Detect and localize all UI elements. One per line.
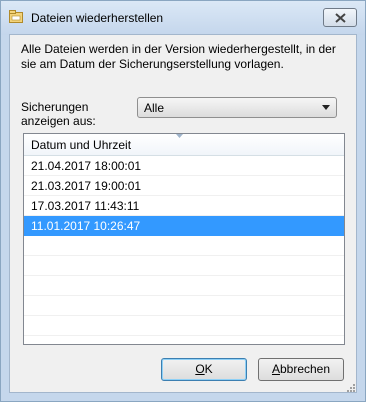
- table-row[interactable]: 17.03.2017 11:43:11: [24, 196, 344, 216]
- empty-row: [24, 276, 344, 296]
- backup-list[interactable]: Datum und Uhrzeit 21.04.2017 18:00:01 21.…: [23, 133, 345, 345]
- filter-label: Sicherungen anzeigen aus:: [21, 100, 96, 128]
- description-text: Alle Dateien werden in der Version wiede…: [21, 42, 336, 71]
- table-row[interactable]: 21.04.2017 18:00:01: [24, 156, 344, 176]
- ok-label: K: [204, 362, 213, 376]
- empty-row: [24, 256, 344, 276]
- restore-folder-icon: [9, 10, 23, 23]
- close-icon: [335, 13, 346, 23]
- ok-access-key: O: [195, 362, 205, 376]
- row-datetime: 21.03.2017 19:00:01: [31, 179, 142, 193]
- close-button[interactable]: [323, 8, 357, 27]
- row-datetime: 11.01.2017 10:26:47: [31, 219, 141, 233]
- window-title: Dateien wiederherstellen: [31, 11, 164, 25]
- chevron-down-icon: [322, 105, 330, 110]
- ok-button[interactable]: OK: [161, 358, 247, 381]
- cancel-button[interactable]: Abbrechen: [258, 358, 344, 381]
- dialog-content: Alle Dateien werden in der Version wiede…: [9, 34, 357, 393]
- cancel-label: bbrechen: [279, 362, 331, 376]
- column-header-date[interactable]: Datum und Uhrzeit: [24, 134, 344, 156]
- row-datetime: 21.04.2017 18:00:01: [31, 159, 142, 173]
- table-row[interactable]: 21.03.2017 19:00:01: [24, 176, 344, 196]
- title-bar[interactable]: Dateien wiederherstellen: [1, 1, 365, 35]
- dropdown-selected-value: Alle: [144, 101, 165, 115]
- resize-grip-icon[interactable]: [345, 382, 355, 392]
- empty-row: [24, 236, 344, 256]
- dialog-window: Dateien wiederherstellen Alle Dateien we…: [0, 0, 366, 402]
- table-row[interactable]: 11.01.2017 10:26:47: [24, 216, 344, 236]
- cancel-access-key: A: [271, 362, 280, 376]
- backup-filter-dropdown[interactable]: Alle: [137, 97, 337, 118]
- empty-row: [24, 296, 344, 316]
- column-header-label: Datum und Uhrzeit: [31, 138, 132, 152]
- sort-indicator-icon: [176, 134, 183, 138]
- row-datetime: 17.03.2017 11:43:11: [31, 199, 140, 213]
- empty-row: [24, 316, 344, 336]
